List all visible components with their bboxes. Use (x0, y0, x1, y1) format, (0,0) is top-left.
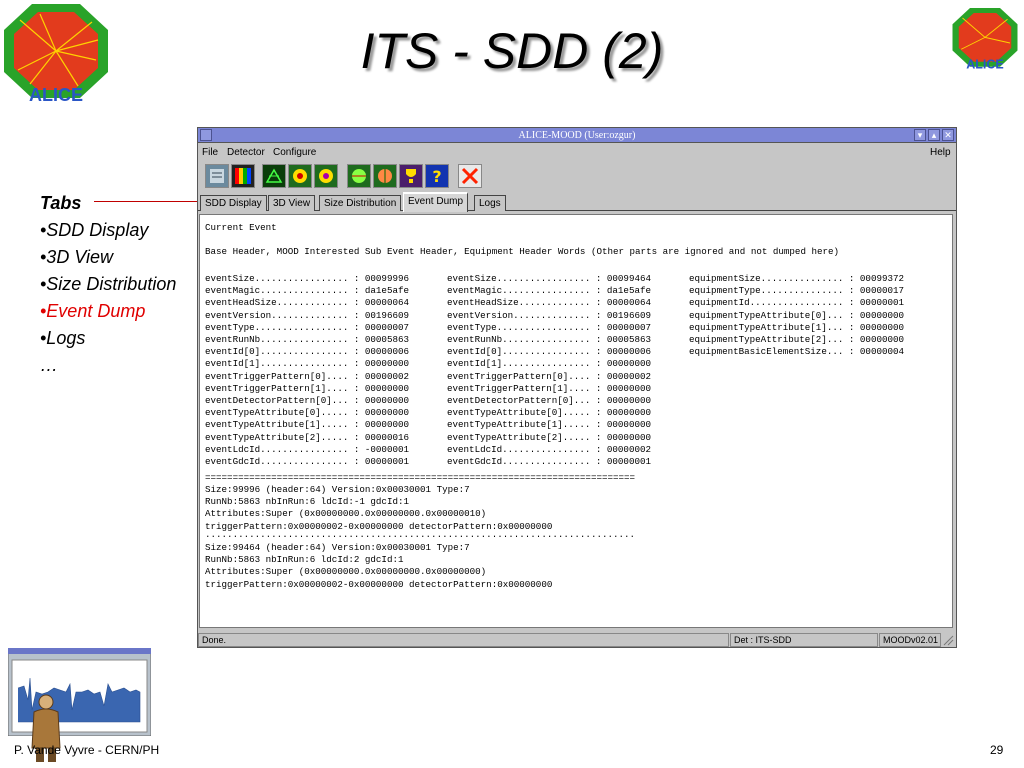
status-detector: Det : ITS-SDD (730, 633, 878, 647)
resize-grip-icon[interactable] (942, 632, 954, 646)
menu-bar: File Detector Configure Help (198, 144, 956, 161)
footer-author: P. Vande Vyvre - CERN/PH (14, 743, 160, 757)
window-title: ALICE-MOOD (User:ozgur) (518, 130, 636, 141)
dump-separator: ========================================… (205, 472, 636, 483)
help-question-icon[interactable]: ? (425, 164, 449, 188)
tabs-legend-item-active: •Event Dump (40, 301, 146, 321)
dump-event-block-2: Size:99464 (header:64) Version:0x0003000… (205, 542, 553, 590)
svg-text:ALICE: ALICE (29, 85, 83, 104)
sdd-display-icon[interactable] (205, 164, 229, 188)
tabs-legend-item: … (40, 355, 58, 375)
status-version: MOODv02.01 (879, 633, 941, 647)
menu-detector[interactable]: Detector (227, 144, 265, 161)
tab-logs[interactable]: Logs (474, 195, 506, 211)
trophy-icon[interactable] (399, 164, 423, 188)
status-bar: Done. Det : ITS-SDD MOODv02.01 (198, 632, 956, 647)
3d-view-icon[interactable] (262, 164, 286, 188)
app-window: ALICE-MOOD (User:ozgur) ▾ ▴ ✕ File Detec… (197, 127, 957, 648)
dump-event-block-1: Size:99996 (header:64) Version:0x0003000… (205, 484, 553, 532)
dump-subheading: Base Header, MOOD Interested Sub Event H… (205, 246, 840, 257)
tab-bar: SDD Display 3D View Size Distribution Ev… (198, 192, 956, 212)
dump-column-1: eventSize................. : 00099996 ev… (205, 273, 409, 468)
detector-icon[interactable] (288, 164, 312, 188)
menu-file[interactable]: File (202, 144, 218, 161)
dump-heading: Current Event (205, 222, 277, 233)
slide-title: ITS - SDD (2) (360, 23, 664, 79)
dump-column-3: equipmentSize............... : 00099372 … (689, 273, 905, 358)
exit-icon[interactable] (458, 164, 482, 188)
color-palette-icon[interactable] (231, 164, 255, 188)
window-titlebar[interactable]: ALICE-MOOD (User:ozgur) ▾ ▴ ✕ (198, 128, 956, 143)
status-message: Done. (198, 633, 729, 647)
tabs-legend-item: •SDD Display (40, 220, 149, 240)
detector-alt-icon[interactable] (314, 164, 338, 188)
tab-event-dump[interactable]: Event Dump (403, 192, 469, 212)
tabs-legend-heading: Tabs (40, 193, 82, 213)
event-dump-panel[interactable]: Current Event Base Header, MOOD Interest… (199, 214, 953, 628)
tabs-legend-item: •Logs (40, 328, 86, 348)
dump-dots: ........................................… (205, 529, 636, 540)
tab-size-distribution[interactable]: Size Distribution (319, 195, 402, 211)
tabs-legend-item: •3D View (40, 247, 114, 267)
minimize-button[interactable]: ▾ (914, 129, 926, 141)
menu-configure[interactable]: Configure (273, 144, 316, 161)
menu-help[interactable]: Help (930, 144, 951, 161)
dump-column-2: eventSize................. : 00099464 ev… (447, 273, 651, 468)
tab-3d-view[interactable]: 3D View (268, 195, 316, 211)
close-window-button[interactable]: ✕ (942, 129, 954, 141)
svg-text:?: ? (432, 167, 441, 185)
maximize-button[interactable]: ▴ (928, 129, 940, 141)
tabs-legend: Tabs •SDD Display •3D View •Size Distrib… (40, 190, 176, 379)
callout-line (94, 201, 202, 202)
page-number: 29 (990, 743, 1004, 757)
toolbar: ? (198, 162, 956, 192)
tabs-legend-item: •Size Distribution (40, 274, 177, 294)
event-green-icon[interactable] (347, 164, 371, 188)
tab-sdd-display[interactable]: SDD Display (200, 195, 267, 211)
event-red-icon[interactable] (373, 164, 397, 188)
